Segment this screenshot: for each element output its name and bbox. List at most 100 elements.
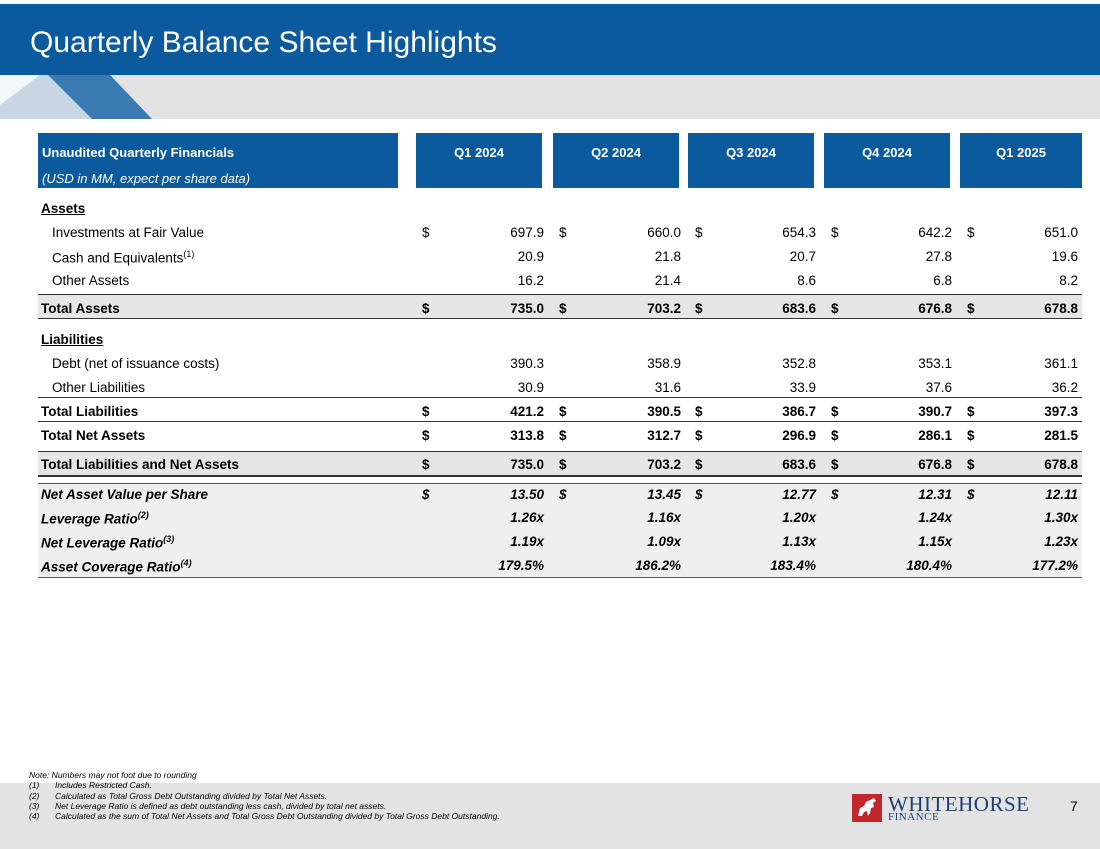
table-cell-value: 358.9 bbox=[647, 356, 681, 371]
footnote-ref: (3) bbox=[163, 534, 175, 544]
table-cell-value: 16.2 bbox=[517, 273, 544, 288]
table-cell-value: 20.7 bbox=[789, 249, 816, 264]
table-cell-value: 676.8 bbox=[918, 301, 952, 316]
table-cell-value: 361.1 bbox=[1044, 356, 1078, 371]
header-q1-2025: Q1 2025 bbox=[960, 133, 1082, 188]
table-cell-value: 180.4% bbox=[906, 558, 952, 573]
table-cell-value: 33.9 bbox=[789, 380, 816, 395]
currency-symbol: $ bbox=[967, 301, 975, 316]
table-cell-value: 36.2 bbox=[1051, 380, 1078, 395]
row-label-text: Other Liabilities bbox=[52, 380, 146, 395]
row-label: Cash and Equivalents(1) bbox=[52, 249, 194, 266]
table-cell-value: 703.2 bbox=[647, 457, 681, 472]
table-cell-value: 353.1 bbox=[918, 356, 952, 371]
currency-symbol: $ bbox=[695, 225, 703, 240]
row-label-text: Investments at Fair Value bbox=[52, 225, 205, 240]
row-label: Other Liabilities bbox=[52, 380, 145, 395]
table-cell-value: 676.8 bbox=[918, 457, 952, 472]
row-label: Asset Coverage Ratio(4) bbox=[41, 558, 192, 575]
currency-symbol: $ bbox=[559, 457, 567, 472]
footnote-text: Includes Restricted Cash. bbox=[55, 780, 152, 791]
row-label: Net Leverage Ratio(3) bbox=[41, 534, 174, 551]
footnote-text: Net Leverage Ratio is defined as debt ou… bbox=[55, 800, 387, 811]
footnote-number: (2) bbox=[29, 790, 40, 801]
table-cell-value: 352.8 bbox=[782, 356, 816, 371]
horse-icon bbox=[852, 794, 882, 822]
row-label: Other Assets bbox=[52, 273, 129, 288]
currency-symbol: $ bbox=[559, 301, 567, 316]
footnote-2: (2) Calculated as Total Gross Debt Outsta… bbox=[29, 791, 500, 801]
table-cell-value: 179.5% bbox=[498, 558, 544, 573]
row-label: Leverage Ratio(2) bbox=[41, 510, 149, 527]
row-label-text: Total Liabilities and Net Assets bbox=[41, 457, 240, 472]
table-cell-value: 697.9 bbox=[510, 225, 544, 240]
decorative-chevron bbox=[0, 75, 152, 119]
table-cell-value: 31.6 bbox=[654, 380, 681, 395]
footnotes: Note: Numbers may not foot due to roundi… bbox=[29, 770, 500, 821]
table-cell-value: 1.20x bbox=[782, 510, 816, 525]
table-cell-value: 678.8 bbox=[1044, 301, 1078, 316]
currency-symbol: $ bbox=[831, 301, 839, 316]
table-cell-value: 177.2% bbox=[1032, 558, 1078, 573]
table-cell-value: 654.3 bbox=[782, 225, 816, 240]
table-cell-value: 735.0 bbox=[510, 301, 544, 316]
table-cell-value: 1.23x bbox=[1044, 534, 1078, 549]
currency-symbol: $ bbox=[967, 487, 975, 502]
row-label-text: Other Assets bbox=[52, 273, 130, 288]
table-cell-value: 37.6 bbox=[925, 380, 952, 395]
rule bbox=[38, 397, 1082, 398]
table-cell-value: 683.6 bbox=[782, 301, 816, 316]
table-cell-value: 186.2% bbox=[635, 558, 681, 573]
currency-symbol: $ bbox=[422, 457, 430, 472]
footnote-ref: (4) bbox=[180, 558, 192, 568]
currency-symbol: $ bbox=[559, 225, 567, 240]
table-cell-value: 397.3 bbox=[1044, 404, 1078, 419]
currency-symbol: $ bbox=[422, 301, 430, 316]
currency-symbol: $ bbox=[695, 487, 703, 502]
table-cell-value: 421.2 bbox=[510, 404, 544, 419]
table-cell-value: 1.30x bbox=[1044, 510, 1078, 525]
table-cell-value: 651.0 bbox=[1044, 225, 1078, 240]
row-label: Net Asset Value per Share bbox=[41, 487, 208, 502]
currency-symbol: $ bbox=[967, 428, 975, 443]
row-label: Total Assets bbox=[41, 301, 120, 316]
header-q2-2024: Q2 2024 bbox=[553, 133, 679, 188]
table-cell-value: 312.7 bbox=[647, 428, 681, 443]
page-number: 7 bbox=[1070, 798, 1078, 814]
currency-symbol: $ bbox=[422, 487, 430, 502]
footnote-3: (3) Net Leverage Ratio is defined as debt… bbox=[29, 801, 500, 811]
table-cell-value: 19.6 bbox=[1051, 249, 1078, 264]
table-cell-value: 12.31 bbox=[918, 487, 952, 502]
row-label-text: Net Asset Value per Share bbox=[41, 487, 209, 502]
currency-symbol: $ bbox=[559, 487, 567, 502]
title-bar: Quarterly Balance Sheet Highlights bbox=[0, 4, 1100, 75]
rule bbox=[38, 421, 1082, 422]
row-label: Debt (net of issuance costs) bbox=[52, 356, 219, 371]
table-cell-value: 1.13x bbox=[782, 534, 816, 549]
table-cell-value: 386.7 bbox=[782, 404, 816, 419]
table-cell-value: 13.45 bbox=[647, 487, 681, 502]
rule bbox=[38, 451, 1082, 452]
table-header-label: Unaudited Quarterly Financials (USD in M… bbox=[38, 133, 398, 188]
assets-heading: Assets bbox=[41, 201, 86, 216]
table-cell-value: 30.9 bbox=[517, 380, 544, 395]
currency-symbol: $ bbox=[831, 487, 839, 502]
header-q3-2024: Q3 2024 bbox=[688, 133, 814, 188]
row-label-text: Asset Coverage Ratio bbox=[41, 559, 181, 575]
row-label: Total Net Assets bbox=[41, 428, 145, 443]
currency-symbol: $ bbox=[967, 404, 975, 419]
currency-symbol: $ bbox=[422, 404, 430, 419]
rule bbox=[38, 475, 1082, 477]
table-cell-value: 281.5 bbox=[1044, 428, 1078, 443]
footnote-4: (4) Calculated as the sum of Total Net As… bbox=[29, 811, 500, 821]
row-label: Total Liabilities bbox=[41, 404, 138, 419]
table-cell-value: 8.2 bbox=[1059, 273, 1078, 288]
table-cell-value: 735.0 bbox=[510, 457, 544, 472]
currency-symbol: $ bbox=[831, 457, 839, 472]
table-cell-value: 21.8 bbox=[654, 249, 681, 264]
table-cell-value: 21.4 bbox=[654, 273, 681, 288]
currency-symbol: $ bbox=[831, 225, 839, 240]
table-cell-value: 703.2 bbox=[647, 301, 681, 316]
table-cell-value: 313.8 bbox=[510, 428, 544, 443]
table-cell-value: 12.11 bbox=[1045, 487, 1078, 502]
